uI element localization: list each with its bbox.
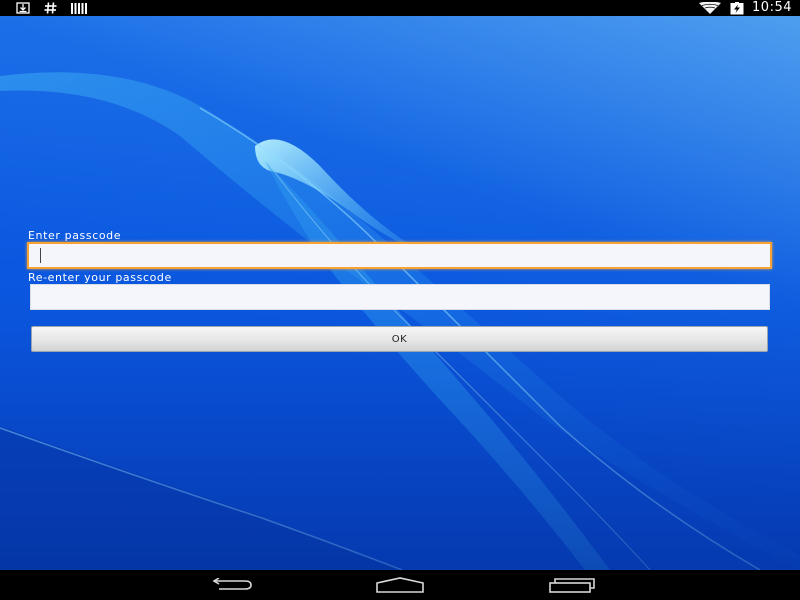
status-bar-clock: 10:54	[752, 0, 792, 15]
screen: 10:54 Enter passcode Re-enter your passc…	[0, 0, 800, 600]
navigation-bar	[0, 570, 800, 600]
back-icon	[212, 578, 252, 590]
home-button[interactable]	[360, 570, 440, 600]
status-bar-system: 10:54	[698, 0, 792, 16]
confirm-passcode-label: Re-enter your passcode	[28, 271, 172, 284]
passcode-input[interactable]	[27, 242, 772, 269]
recents-icon	[549, 578, 595, 593]
battery-charging-icon	[730, 1, 744, 14]
wifi-icon	[699, 2, 722, 14]
status-bar: 10:54	[0, 0, 800, 16]
back-button[interactable]	[190, 570, 270, 600]
text-cursor	[40, 248, 41, 263]
recents-button[interactable]	[532, 570, 612, 600]
barcode-icon	[71, 2, 87, 14]
download-icon	[16, 2, 30, 14]
home-icon	[376, 577, 424, 593]
confirm-passcode-input[interactable]	[30, 284, 770, 310]
status-bar-notifications	[16, 0, 87, 16]
passcode-label: Enter passcode	[28, 229, 122, 242]
ok-button[interactable]: OK	[31, 326, 768, 352]
hash-icon	[44, 2, 57, 14]
